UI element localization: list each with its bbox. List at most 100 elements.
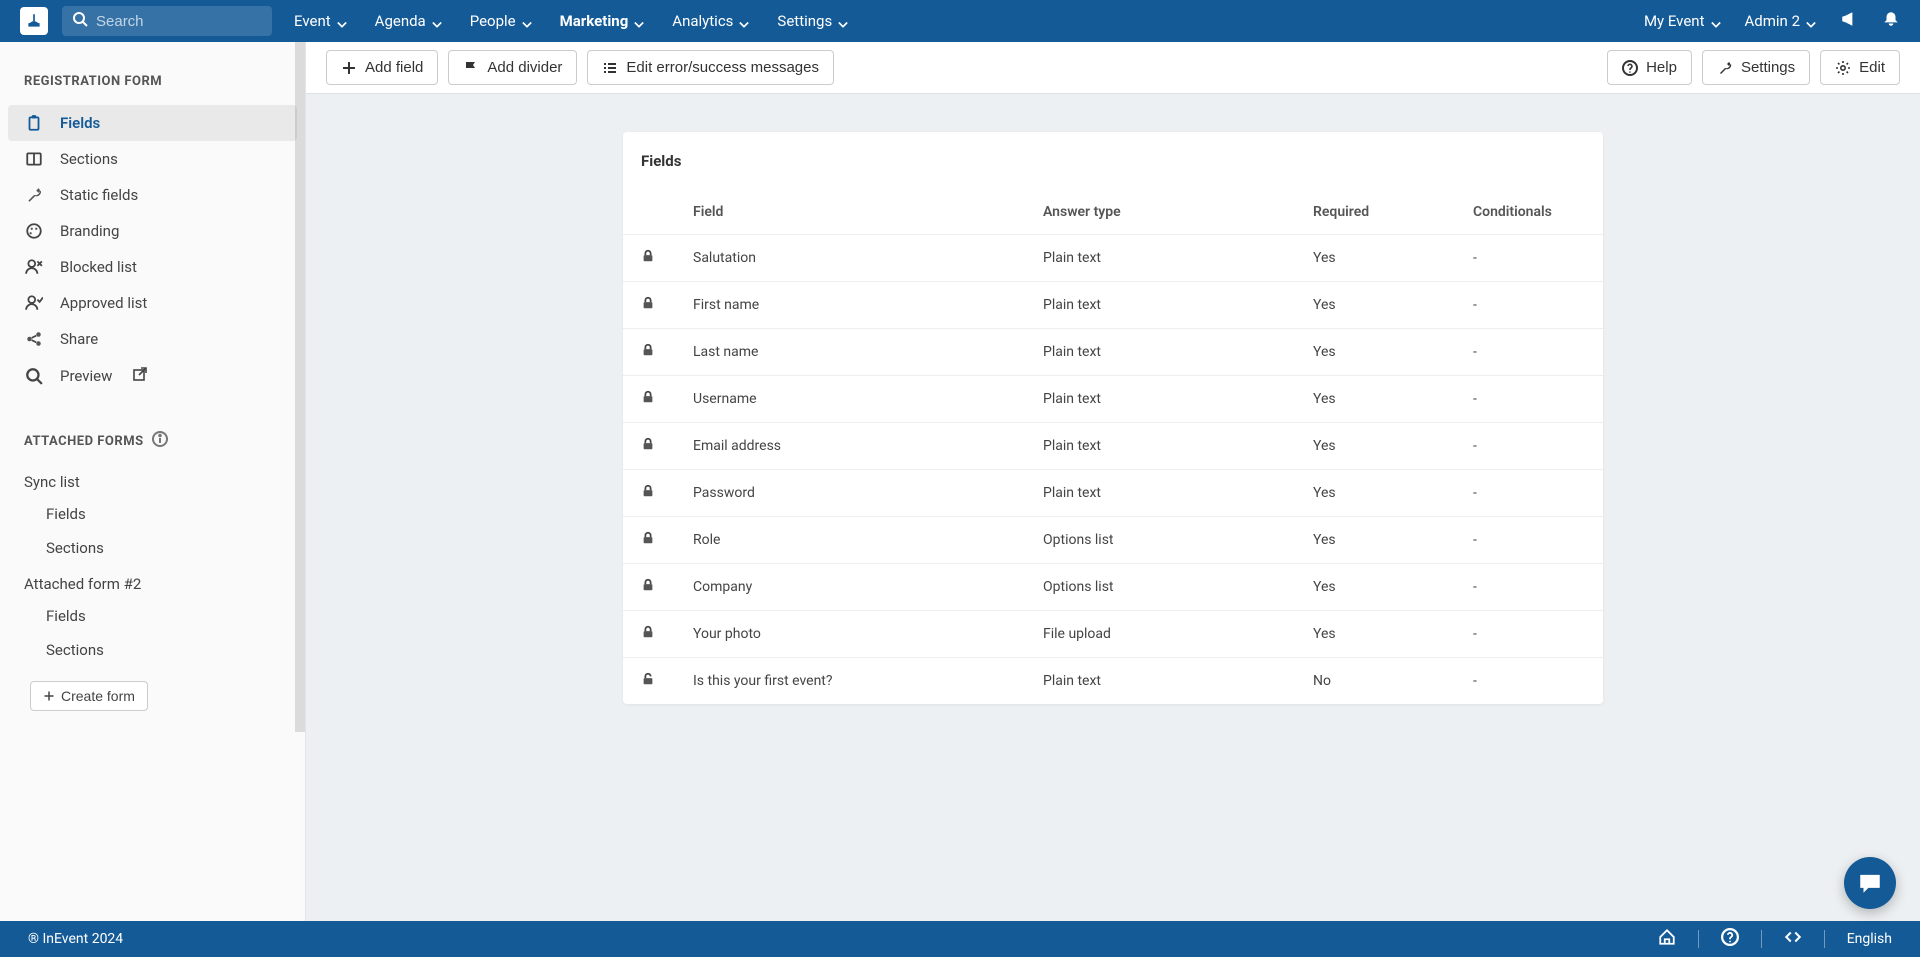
cell-required: Yes <box>1295 564 1455 611</box>
top-menu-marketing[interactable]: Marketing <box>560 12 645 30</box>
lock-icon <box>641 627 655 643</box>
fields-table: Field Answer type Required Conditionals … <box>623 190 1603 704</box>
sidebar-item-label: Static fields <box>60 186 138 204</box>
table-row[interactable]: Last namePlain textYes- <box>623 329 1603 376</box>
table-row[interactable]: UsernamePlain textYes- <box>623 376 1603 423</box>
info-icon[interactable] <box>152 431 168 451</box>
sidebar-item-label: Sections <box>60 150 118 168</box>
language-selector[interactable]: English <box>1847 931 1892 947</box>
top-menu-analytics[interactable]: Analytics <box>672 12 749 30</box>
settings-button[interactable]: Settings <box>1702 50 1810 85</box>
event-selector[interactable]: My Event <box>1644 12 1721 30</box>
table-row[interactable]: PasswordPlain textYes- <box>623 470 1603 517</box>
col-conditionals: Conditionals <box>1455 190 1603 235</box>
table-row[interactable]: SalutationPlain textYes- <box>623 235 1603 282</box>
search-input[interactable] <box>96 13 262 30</box>
cell-answer: File upload <box>1025 611 1295 658</box>
cell-field: Is this your first event? <box>675 658 1025 705</box>
cell-required: Yes <box>1295 329 1455 376</box>
table-row[interactable]: Email addressPlain textYes- <box>623 423 1603 470</box>
announcements-button[interactable] <box>1840 10 1858 32</box>
cell-answer: Options list <box>1025 517 1295 564</box>
table-row[interactable]: Is this your first event?Plain textNo- <box>623 658 1603 705</box>
chat-button[interactable] <box>1844 857 1896 909</box>
edit-label: Edit <box>1859 59 1885 76</box>
user-menu[interactable]: Admin 2 <box>1745 12 1816 30</box>
attached-form-sub-sections[interactable]: Sections <box>0 633 305 667</box>
divider <box>1698 930 1699 948</box>
footer: ® InEvent 2024 English <box>0 921 1920 957</box>
logo[interactable] <box>20 7 48 35</box>
sidebar-item-sections[interactable]: Sections <box>8 141 297 177</box>
chevron-down-icon <box>634 16 644 26</box>
settings-label: Settings <box>1741 59 1795 76</box>
columns-icon <box>24 150 44 168</box>
cell-field: Last name <box>675 329 1025 376</box>
sidebar-item-share[interactable]: Share <box>8 321 297 357</box>
top-menu-agenda[interactable]: Agenda <box>375 12 442 30</box>
col-field: Field <box>675 190 1025 235</box>
add-divider-label: Add divider <box>487 59 562 76</box>
help-button[interactable]: Help <box>1607 50 1692 85</box>
cell-required: Yes <box>1295 611 1455 658</box>
cell-answer: Plain text <box>1025 329 1295 376</box>
sidebar-item-blocked-list[interactable]: Blocked list <box>8 249 297 285</box>
create-form-button[interactable]: Create form <box>30 681 148 711</box>
table-row[interactable]: RoleOptions listYes- <box>623 517 1603 564</box>
sidebar-item-branding[interactable]: Branding <box>8 213 297 249</box>
lock-icon <box>641 580 655 596</box>
attached-form-title[interactable]: Sync list <box>0 463 305 497</box>
event-name: My Event <box>1644 12 1705 30</box>
attached-form-sub-sections[interactable]: Sections <box>0 531 305 565</box>
user-check-icon <box>24 294 44 312</box>
content-toolbar: Add field Add divider Edit error/success… <box>306 42 1920 94</box>
cell-conditionals: - <box>1455 235 1603 282</box>
home-icon[interactable] <box>1658 928 1676 950</box>
external-icon <box>128 366 148 386</box>
sidebar-item-static-fields[interactable]: Static fields <box>8 177 297 213</box>
lock-icon <box>641 533 655 549</box>
footer-copyright: ® InEvent 2024 <box>28 931 123 947</box>
palette-icon <box>24 222 44 240</box>
top-menu-people[interactable]: People <box>470 12 532 30</box>
sidebar-item-label: Preview <box>60 367 112 385</box>
cell-conditionals: - <box>1455 517 1603 564</box>
cell-answer: Plain text <box>1025 376 1295 423</box>
scrollbar[interactable] <box>295 42 305 732</box>
code-icon[interactable] <box>1784 928 1802 950</box>
top-menu-event[interactable]: Event <box>294 12 347 30</box>
top-menu-label: People <box>470 12 516 30</box>
table-row[interactable]: CompanyOptions listYes- <box>623 564 1603 611</box>
unlock-icon <box>641 674 655 690</box>
cell-field: Password <box>675 470 1025 517</box>
sidebar-section-registration: REGISTRATION FORM <box>0 42 305 101</box>
search-box[interactable] <box>62 6 272 36</box>
attached-form-title[interactable]: Attached form #2 <box>0 565 305 599</box>
chevron-down-icon <box>1806 16 1816 26</box>
cell-answer: Plain text <box>1025 470 1295 517</box>
table-row[interactable]: First namePlain textYes- <box>623 282 1603 329</box>
top-menu-settings[interactable]: Settings <box>777 12 848 30</box>
edit-messages-button[interactable]: Edit error/success messages <box>587 50 834 85</box>
sidebar-list: Fields Sections Static fields BrandingBlock… <box>0 101 305 399</box>
cell-field: Email address <box>675 423 1025 470</box>
cell-conditionals: - <box>1455 376 1603 423</box>
notifications-button[interactable] <box>1882 10 1900 32</box>
sidebar-item-approved-list[interactable]: Approved list <box>8 285 297 321</box>
top-menu-label: Marketing <box>560 12 629 30</box>
top-navbar: Event Agenda People Marketing Analytics Setti… <box>0 0 1920 42</box>
sidebar-item-fields[interactable]: Fields <box>8 105 297 141</box>
sidebar-item-preview[interactable]: Preview <box>8 357 297 395</box>
cell-conditionals: - <box>1455 282 1603 329</box>
add-divider-button[interactable]: Add divider <box>448 50 577 85</box>
attached-form-sub-fields[interactable]: Fields <box>0 497 305 531</box>
table-row[interactable]: Your photoFile uploadYes- <box>623 611 1603 658</box>
add-field-button[interactable]: Add field <box>326 50 438 85</box>
edit-button[interactable]: Edit <box>1820 50 1900 85</box>
cell-conditionals: - <box>1455 470 1603 517</box>
attached-form-sub-fields[interactable]: Fields <box>0 599 305 633</box>
help-icon[interactable] <box>1721 928 1739 950</box>
sidebar-item-label: Approved list <box>60 294 147 312</box>
sidebar: REGISTRATION FORM FieldsSectionsStatic f… <box>0 42 306 921</box>
sidebar-section-attached-label: ATTACHED FORMS <box>24 434 144 449</box>
